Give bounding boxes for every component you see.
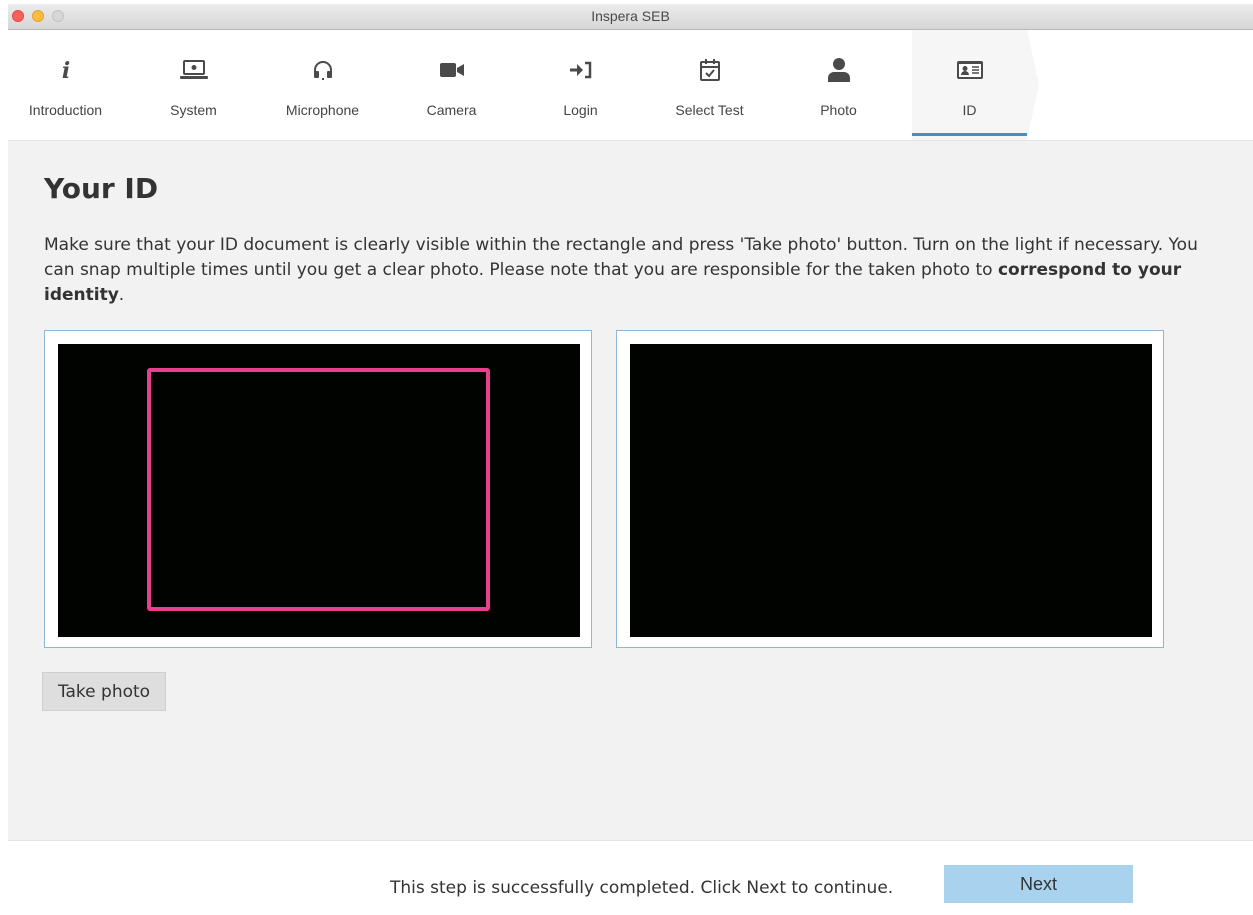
instructions-text: Make sure that your ID document is clear… bbox=[44, 233, 1219, 308]
steps-nav: i Introduction System Microphone Camera … bbox=[8, 30, 1253, 141]
step-introduction[interactable]: i Introduction bbox=[8, 30, 123, 140]
step-label: Camera bbox=[426, 102, 477, 118]
step-microphone[interactable]: Microphone bbox=[265, 30, 380, 140]
camera-preview bbox=[58, 344, 580, 637]
step-label: Introduction bbox=[28, 102, 103, 118]
step-id[interactable]: ID bbox=[912, 30, 1039, 140]
step-camera[interactable]: Camera bbox=[394, 30, 509, 140]
video-camera-icon bbox=[394, 56, 509, 84]
active-step-arrow bbox=[1027, 30, 1039, 140]
step-label: Photo bbox=[820, 102, 857, 118]
next-button[interactable]: Next bbox=[944, 865, 1133, 903]
camera-preview-frame bbox=[44, 330, 592, 648]
page-title: Your ID bbox=[44, 172, 159, 205]
id-card-icon bbox=[912, 56, 1027, 84]
footer-bar: This step is successfully completed. Cli… bbox=[8, 840, 1253, 915]
instructions-text-end: . bbox=[118, 285, 125, 305]
step-label: Microphone bbox=[285, 102, 360, 118]
window-title: Inspera SEB bbox=[591, 8, 670, 24]
calendar-check-icon bbox=[652, 56, 767, 84]
info-icon: i bbox=[8, 56, 123, 84]
active-step-indicator bbox=[912, 133, 1027, 136]
step-label: Select Test bbox=[675, 102, 744, 118]
laptop-icon bbox=[136, 56, 251, 84]
svg-text:i: i bbox=[61, 59, 69, 81]
title-bar: Inspera SEB bbox=[8, 4, 1253, 30]
step-login[interactable]: Login bbox=[523, 30, 638, 140]
user-icon bbox=[781, 56, 896, 84]
step-label: ID bbox=[962, 102, 977, 118]
app-window: Inspera SEB i Introduction System Microp… bbox=[8, 4, 1253, 915]
step-photo[interactable]: Photo bbox=[781, 30, 896, 140]
captured-photo-frame bbox=[616, 330, 1164, 648]
step-label: System bbox=[170, 102, 217, 118]
sign-in-icon bbox=[523, 56, 638, 84]
take-photo-button[interactable]: Take photo bbox=[42, 672, 166, 711]
headset-icon bbox=[265, 56, 380, 84]
status-message: This step is successfully completed. Cli… bbox=[390, 878, 894, 898]
step-select-test[interactable]: Select Test bbox=[652, 30, 767, 140]
step-label: Login bbox=[563, 102, 598, 118]
captured-photo bbox=[630, 344, 1152, 637]
id-target-rectangle bbox=[147, 368, 490, 611]
step-system[interactable]: System bbox=[136, 30, 251, 140]
